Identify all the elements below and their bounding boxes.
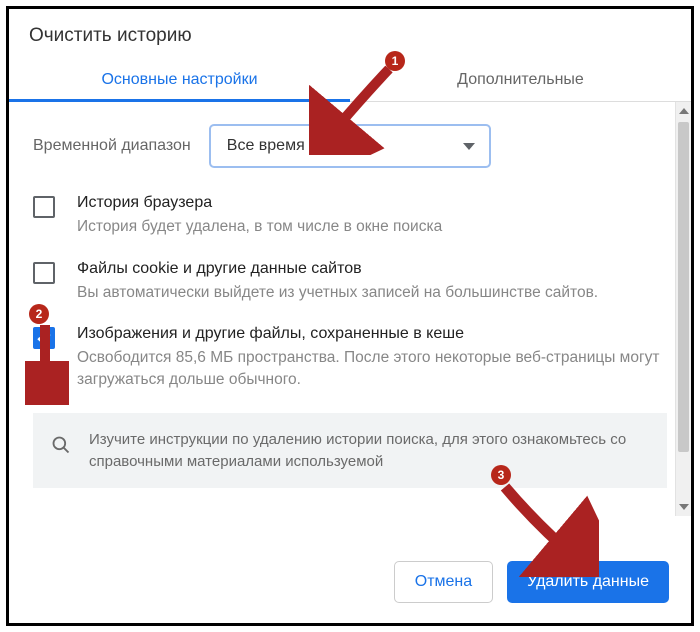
scrollbar[interactable] — [675, 102, 691, 516]
info-box: Изучите инструкции по удалению истории п… — [33, 413, 667, 489]
option-browser-history: История браузера История будет удалена, … — [33, 194, 667, 238]
checkbox-cache[interactable] — [33, 327, 55, 349]
tab-basic[interactable]: Основные настройки — [9, 57, 350, 101]
tab-advanced-label: Дополнительные — [457, 71, 584, 88]
checkbox-cookies[interactable] — [33, 262, 55, 284]
chevron-down-icon — [463, 143, 475, 150]
clear-history-dialog: Очистить историю Основные настройки Допо… — [6, 6, 694, 626]
dialog-title: Очистить историю — [9, 9, 691, 57]
delete-data-button-label: Удалить данные — [527, 573, 649, 591]
time-range-dropdown[interactable]: Все время — [209, 124, 491, 168]
scrollbar-thumb[interactable] — [678, 122, 689, 452]
option-history-desc: История будет удалена, в том числе в окн… — [77, 216, 667, 238]
check-icon — [37, 330, 50, 344]
option-history-texts: История браузера История будет удалена, … — [77, 194, 667, 238]
tab-basic-label: Основные настройки — [101, 71, 257, 88]
option-cache: Изображения и другие файлы, сохраненные … — [33, 325, 667, 390]
dialog-body: Временной диапазон Все время История бра… — [9, 102, 691, 543]
arrow-up-icon — [679, 108, 689, 114]
scroll-down-button[interactable] — [676, 498, 691, 516]
option-cache-texts: Изображения и другие файлы, сохраненные … — [77, 325, 667, 390]
time-range-value: Все время — [227, 137, 305, 155]
option-cookies-title: Файлы cookie и другие данные сайтов — [77, 260, 667, 278]
arrow-down-icon — [679, 504, 689, 510]
cancel-button[interactable]: Отмена — [394, 561, 493, 603]
time-range-label: Временной диапазон — [33, 137, 191, 155]
option-history-title: История браузера — [77, 194, 667, 212]
time-range-row: Временной диапазон Все время — [33, 124, 667, 168]
search-icon — [51, 435, 71, 455]
content: Временной диапазон Все время История бра… — [9, 102, 691, 543]
tabs: Основные настройки Дополнительные — [9, 57, 691, 102]
checkbox-history[interactable] — [33, 196, 55, 218]
info-text: Изучите инструкции по удалению истории п… — [89, 429, 651, 473]
scroll-up-button[interactable] — [676, 102, 691, 120]
delete-data-button[interactable]: Удалить данные — [507, 561, 669, 603]
option-cookies-desc: Вы автоматически выйдете из учетных запи… — [77, 282, 667, 304]
tab-advanced[interactable]: Дополнительные — [350, 57, 691, 101]
option-cache-title: Изображения и другие файлы, сохраненные … — [77, 325, 667, 343]
option-cookies: Файлы cookie и другие данные сайтов Вы а… — [33, 260, 667, 304]
option-cache-desc: Освободится 85,6 МБ пространства. После … — [77, 347, 667, 390]
option-cookies-texts: Файлы cookie и другие данные сайтов Вы а… — [77, 260, 667, 304]
dialog-footer: Отмена Удалить данные — [9, 543, 691, 623]
cancel-button-label: Отмена — [415, 573, 472, 591]
